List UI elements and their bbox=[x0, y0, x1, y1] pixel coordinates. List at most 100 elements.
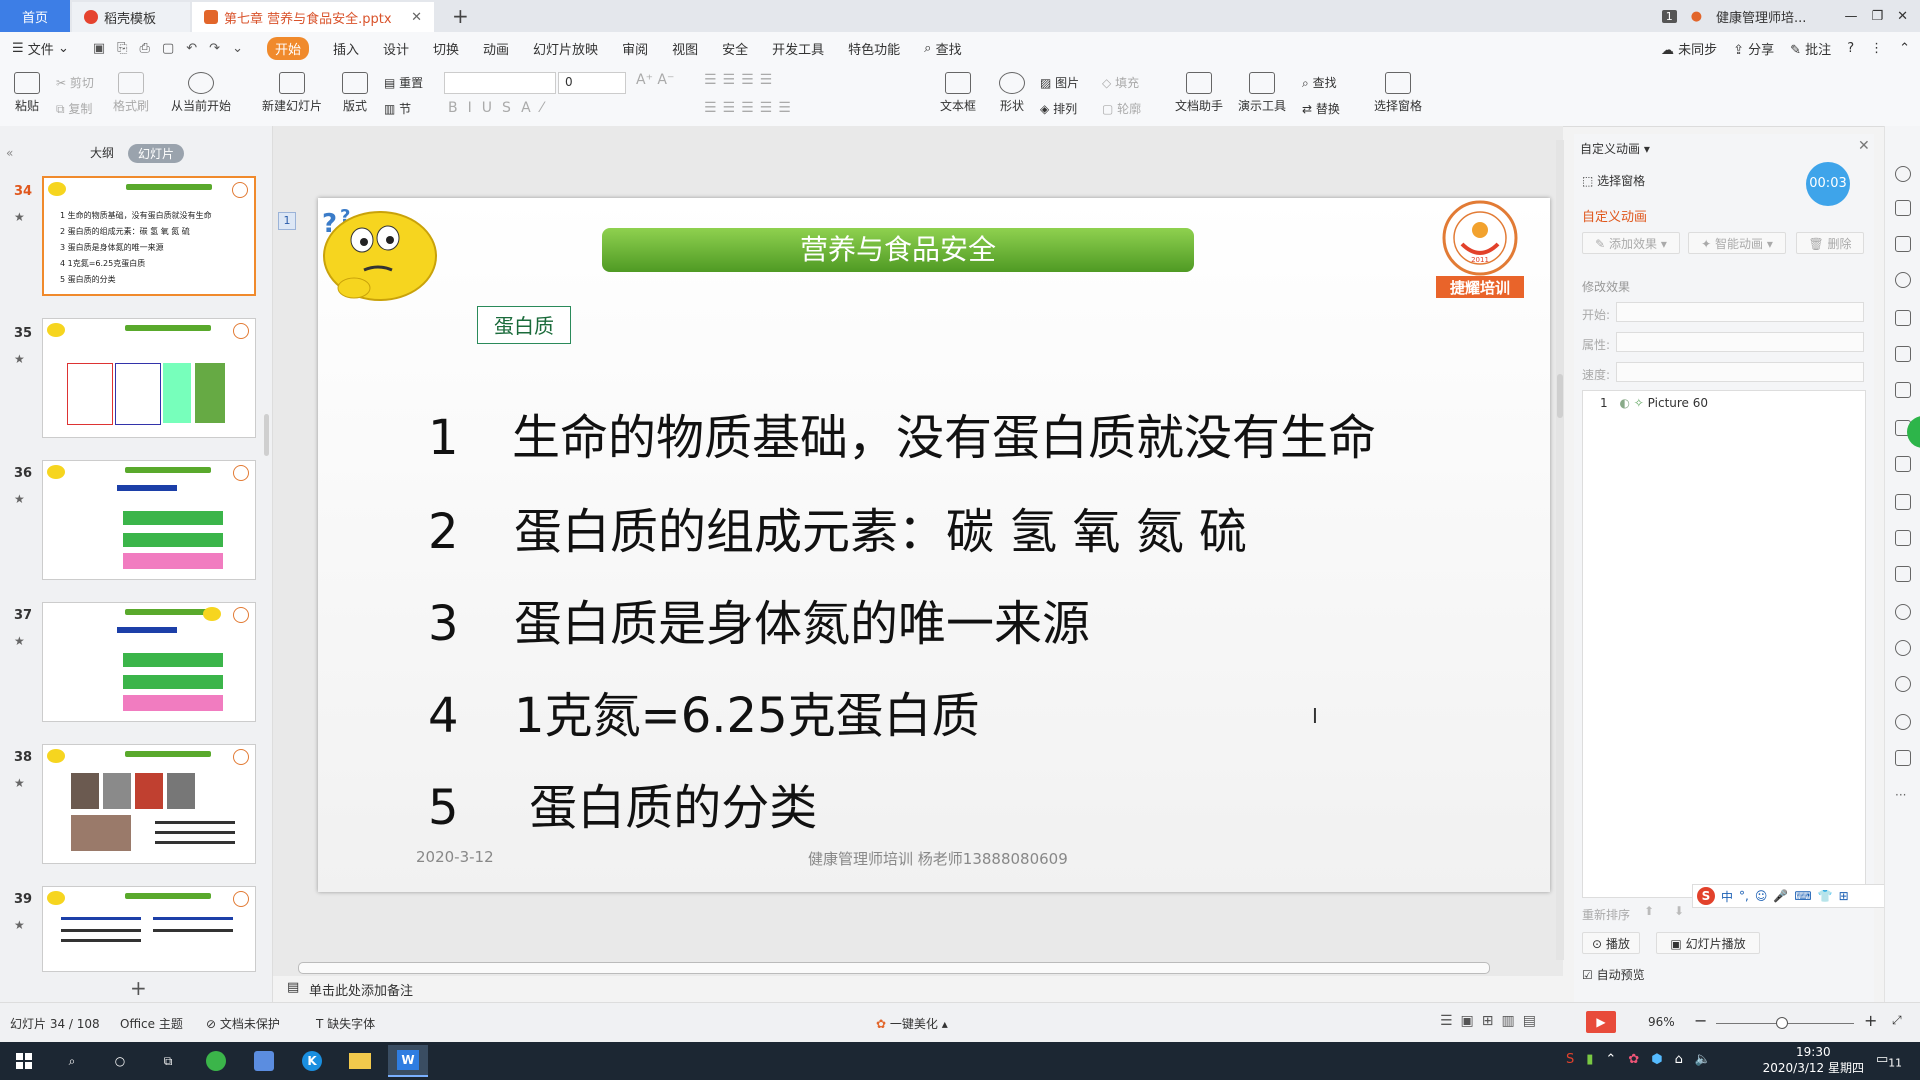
menu-animation[interactable]: 动画 bbox=[471, 32, 521, 64]
clock[interactable]: 19:30 2020/3/12 星期四 bbox=[1763, 1044, 1864, 1076]
slide-thumbnail-37[interactable] bbox=[42, 602, 256, 722]
sidebar-chart-icon[interactable] bbox=[1895, 382, 1911, 398]
sidebar-sound-icon[interactable] bbox=[1895, 604, 1911, 620]
section-button[interactable]: ▥ 节 bbox=[384, 100, 411, 117]
task-view-icon[interactable]: ⧉ bbox=[148, 1045, 188, 1077]
menu-insert[interactable]: 插入 bbox=[321, 32, 371, 64]
slide-footer[interactable]: 健康管理师培训 杨老师13888080609 bbox=[808, 848, 1068, 869]
add-slide-button[interactable]: + bbox=[130, 976, 147, 1000]
close-window-icon[interactable]: ✕ bbox=[1897, 9, 1908, 24]
close-tab-icon[interactable]: ✕ bbox=[411, 10, 422, 25]
protect-status[interactable]: ⊘ 文档未保护 bbox=[206, 1015, 280, 1032]
sidebar-compass-icon[interactable] bbox=[1895, 640, 1911, 656]
start-select[interactable] bbox=[1616, 302, 1864, 322]
menu-view[interactable]: 视图 bbox=[660, 32, 710, 64]
tab-home[interactable]: 首页 bbox=[0, 0, 70, 32]
customize-icon[interactable]: ⌄ bbox=[232, 41, 243, 56]
reset-button[interactable]: ▤ 重置 bbox=[384, 74, 423, 91]
sidebar-box-icon[interactable] bbox=[1895, 530, 1911, 546]
layout-button[interactable]: 版式 bbox=[338, 72, 372, 114]
sidebar-object-icon[interactable] bbox=[1895, 236, 1911, 252]
find-button[interactable]: ⌕ 查找 bbox=[1302, 74, 1337, 91]
align-buttons[interactable]: ☰☰☰☰☰ bbox=[704, 100, 797, 116]
zoom-in-icon[interactable]: + bbox=[1864, 1011, 1877, 1030]
redo-icon[interactable]: ↷ bbox=[209, 41, 220, 56]
tray-security-icon[interactable]: ⬢ bbox=[1651, 1052, 1662, 1067]
user-name[interactable]: 健康管理师培... bbox=[1716, 7, 1806, 26]
sidebar-animation-icon[interactable] bbox=[1895, 166, 1911, 182]
horizontal-scrollbar[interactable] bbox=[298, 962, 1490, 974]
tray-sogou-icon[interactable]: S bbox=[1566, 1052, 1574, 1067]
sidebar-share-icon[interactable] bbox=[1895, 494, 1911, 510]
user-avatar-icon[interactable]: ● bbox=[1691, 9, 1702, 24]
property-select[interactable] bbox=[1616, 332, 1864, 352]
app-mail-icon[interactable] bbox=[244, 1045, 284, 1077]
ime-toolbar[interactable]: S 中 °, ☺ 🎤 ⌨ 👕 ⊞ bbox=[1692, 884, 1892, 908]
missing-font-button[interactable]: T 缺失字体 bbox=[316, 1015, 375, 1032]
tab-outline[interactable]: 大纲 bbox=[90, 144, 114, 163]
play-from-current-button[interactable]: 从当前开始 bbox=[166, 72, 236, 114]
format-painter-button[interactable]: 格式刷 bbox=[110, 72, 152, 114]
notes-bar[interactable]: ▤ 单击此处添加备注 bbox=[273, 976, 1563, 1002]
sidebar-help-icon[interactable] bbox=[1895, 714, 1911, 730]
sidebar-more-icon[interactable]: ··· bbox=[1895, 788, 1906, 802]
smart-animation-button[interactable]: ✦ 智能动画 ▾ bbox=[1688, 232, 1786, 254]
slide-item-4[interactable]: 4 1克氮=6.25克蛋白质 bbox=[428, 676, 980, 746]
picture-button[interactable]: ▨ 图片 bbox=[1040, 74, 1079, 91]
menu-review[interactable]: 审阅 bbox=[610, 32, 660, 64]
paragraph-buttons[interactable]: ☰☰☰☰ bbox=[704, 72, 778, 88]
add-effect-button[interactable]: ✎ 添加效果 ▾ bbox=[1582, 232, 1680, 254]
sidebar-backup-icon[interactable] bbox=[1895, 750, 1911, 766]
more-icon[interactable]: ⋮ bbox=[1870, 41, 1883, 56]
animation-item[interactable]: 1 ◐ ✧ Picture 60 bbox=[1600, 396, 1708, 410]
panel-close-icon[interactable]: ✕ bbox=[1858, 138, 1870, 154]
slide-thumbnail-39[interactable] bbox=[42, 886, 256, 972]
zoom-out-icon[interactable]: − bbox=[1694, 1011, 1707, 1030]
slide-thumbnail-34[interactable]: 1 生命的物质基础，没有蛋白质就没有生命 2 蛋白质的组成元素：碳 氢 氧 氮 … bbox=[42, 176, 256, 296]
shape-button[interactable]: 形状 bbox=[994, 72, 1030, 114]
slide-anim-index[interactable]: 1 bbox=[278, 212, 296, 230]
app-k-icon[interactable]: K bbox=[292, 1045, 332, 1077]
collapse-panel-icon[interactable]: « bbox=[6, 146, 13, 160]
view-mode-buttons[interactable]: ☰▣⊞▥▤ bbox=[1440, 1013, 1544, 1029]
speed-select[interactable] bbox=[1616, 362, 1864, 382]
tray-network-icon[interactable]: ⌂ bbox=[1675, 1052, 1683, 1067]
share-button[interactable]: ⇪ 分享 bbox=[1733, 39, 1774, 58]
menu-transition[interactable]: 切换 bbox=[421, 32, 471, 64]
replace-button[interactable]: ⇄ 替换 bbox=[1302, 100, 1340, 117]
tray-battery-icon[interactable]: ▮ bbox=[1586, 1052, 1593, 1067]
fit-window-icon[interactable]: ⤢ bbox=[1892, 1013, 1902, 1028]
preview-icon[interactable]: ▢ bbox=[162, 41, 174, 56]
delete-effect-button[interactable]: 🗑 删除 bbox=[1796, 232, 1864, 254]
sidebar-picture-icon[interactable] bbox=[1895, 456, 1911, 472]
slide-item-1[interactable]: 1 生命的物质基础，没有蛋白质就没有生命 bbox=[428, 398, 1376, 468]
tab-document[interactable]: 第七章 营养与食品安全.pptx ✕ bbox=[192, 2, 434, 32]
font-name-select[interactable] bbox=[444, 72, 556, 94]
font-size-select[interactable]: 0 bbox=[558, 72, 626, 94]
file-explorer-icon[interactable] bbox=[340, 1045, 380, 1077]
sidebar-shape-icon[interactable] bbox=[1895, 200, 1911, 216]
move-up-icon[interactable]: ⬆ bbox=[1644, 904, 1654, 918]
new-tab-button[interactable]: + bbox=[452, 4, 469, 28]
font-style-buttons[interactable]: BIUSA⁄ bbox=[448, 100, 553, 116]
windows-start-icon[interactable] bbox=[4, 1045, 44, 1077]
menu-home[interactable]: 开始 bbox=[255, 32, 321, 64]
menu-security[interactable]: 安全 bbox=[710, 32, 760, 64]
print-icon[interactable]: ⎙ bbox=[140, 41, 150, 56]
theme-name[interactable]: Office 主题 bbox=[120, 1015, 183, 1032]
save-icon[interactable]: ▣ bbox=[93, 41, 105, 56]
new-slide-button[interactable]: 新建幻灯片 bbox=[256, 72, 328, 114]
comment-button[interactable]: ✎ 批注 bbox=[1790, 39, 1831, 58]
zoom-slider-thumb[interactable] bbox=[1776, 1017, 1788, 1029]
search-taskbar-icon[interactable]: ⌕ bbox=[52, 1045, 92, 1077]
slide-thumbnail-35[interactable] bbox=[42, 318, 256, 438]
beautify-button[interactable]: ✿ 一键美化 ▴ bbox=[876, 1015, 948, 1032]
sync-button[interactable]: ☁ 未同步 bbox=[1661, 39, 1717, 58]
menu-special[interactable]: 特色功能 bbox=[836, 32, 912, 64]
wps-taskbar-icon[interactable]: W bbox=[388, 1045, 428, 1077]
minimize-icon[interactable]: — bbox=[1844, 9, 1857, 24]
sidebar-table-icon[interactable] bbox=[1895, 310, 1911, 326]
menu-developer[interactable]: 开发工具 bbox=[760, 32, 836, 64]
vertical-scrollbar-thumb[interactable] bbox=[1557, 374, 1563, 418]
doc-helper-button[interactable]: 文档助手 bbox=[1174, 72, 1224, 114]
